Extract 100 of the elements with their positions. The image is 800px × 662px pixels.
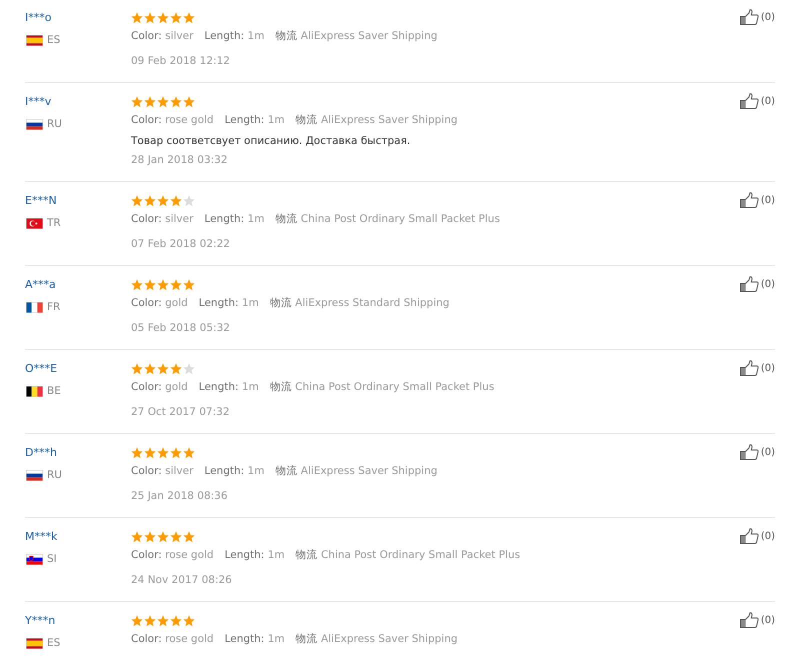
product-attribute: Length: 1m <box>224 548 285 563</box>
star-icon <box>183 12 195 24</box>
thumbs-up-icon <box>740 612 759 628</box>
reviewer-name[interactable]: I***v <box>25 95 52 109</box>
star-icon <box>131 362 143 374</box>
thumbs-up-icon <box>740 276 759 292</box>
thumbs-up-icon <box>740 93 759 109</box>
product-attribute: 物流 AliExpress Standard Shipping <box>270 296 450 311</box>
country-code: RU <box>47 117 62 131</box>
reviewer-name[interactable]: I***o <box>25 11 52 25</box>
product-attribute: Color: rose gold <box>131 548 214 563</box>
product-attribute: Length: 1m <box>198 380 259 395</box>
star-icon <box>170 194 182 206</box>
star-icon <box>170 278 182 290</box>
reviewer-name[interactable]: A***a <box>25 278 56 292</box>
product-attribute: Length: 1m <box>204 29 264 44</box>
helpful-button[interactable]: (0) <box>740 93 775 109</box>
star-icon <box>183 446 195 458</box>
review-date: 27 Oct 2017 07:32 <box>131 405 230 420</box>
product-attribute: Color: silver <box>131 29 194 44</box>
star-icon <box>170 530 182 542</box>
star-icon <box>144 362 156 374</box>
thumbs-up-icon <box>740 528 759 544</box>
product-attribute: Color: silver <box>131 212 194 227</box>
product-attribute: 物流 AliExpress Saver Shipping <box>275 464 438 479</box>
review-text: Товар соответсвует описанию. Доставка быстрая. <box>131 134 410 149</box>
country-code: ES <box>47 33 60 47</box>
star-icon <box>144 96 156 108</box>
star-icon <box>157 278 169 290</box>
country-code: FR <box>47 300 60 314</box>
helpful-button[interactable]: (0) <box>740 192 775 208</box>
product-attribute: Length: 1m <box>224 113 285 128</box>
product-attribute: Color: gold <box>131 296 188 311</box>
star-icon <box>144 446 156 458</box>
product-attribute: Length: 1m <box>224 632 285 647</box>
product-attribute: Length: 1m <box>204 212 264 227</box>
star-icon <box>170 96 182 108</box>
star-icon <box>157 194 169 206</box>
thumbs-up-icon <box>740 360 759 376</box>
helpful-button[interactable]: (0) <box>740 612 775 628</box>
star-icon <box>157 614 169 626</box>
review-date: 09 Feb 2018 12:12 <box>131 54 230 69</box>
product-attribute: Color: rose gold <box>131 632 214 647</box>
star-icon <box>131 12 143 24</box>
star-icon <box>157 446 169 458</box>
country-code: RU <box>47 468 62 482</box>
country-code: ES <box>47 636 60 650</box>
star-icon <box>131 614 143 626</box>
star-icon <box>183 530 195 542</box>
star-icon <box>183 96 195 108</box>
star-icon <box>144 12 156 24</box>
thumbs-up-icon <box>740 192 759 208</box>
star-icon <box>131 194 143 206</box>
star-icon <box>170 446 182 458</box>
product-attribute: Length: 1m <box>204 464 264 479</box>
star-icon <box>144 530 156 542</box>
product-attribute: 物流 AliExpress Saver Shipping <box>296 632 458 647</box>
product-attribute: Length: 1m <box>198 296 259 311</box>
product-attribute: 物流 AliExpress Saver Shipping <box>275 29 438 44</box>
star-icon <box>157 96 169 108</box>
country-code: SI <box>47 552 57 566</box>
star-icon <box>157 362 169 374</box>
reviewer-name[interactable]: M***k <box>25 530 58 544</box>
star-icon <box>170 362 182 374</box>
review-date: 24 Nov 2017 08:26 <box>131 573 232 588</box>
star-icon <box>157 530 169 542</box>
star-icon <box>183 614 195 626</box>
review-date: 25 Jan 2018 08:36 <box>131 489 228 504</box>
review-date: 05 Feb 2018 05:32 <box>131 321 230 336</box>
helpful-button[interactable]: (0) <box>740 360 775 376</box>
country-code: TR <box>47 216 61 230</box>
helpful-button[interactable]: (0) <box>740 444 775 460</box>
review-date: 07 Feb 2018 02:22 <box>131 237 230 252</box>
star-icon <box>183 278 195 290</box>
product-attribute: 物流 AliExpress Saver Shipping <box>296 113 458 128</box>
country-code: BE <box>47 384 61 398</box>
thumbs-up-icon <box>740 9 759 25</box>
product-attribute: 物流 China Post Ordinary Small Packet Plus <box>275 212 500 227</box>
star-icon <box>131 278 143 290</box>
reviewer-name[interactable]: O***E <box>25 362 58 376</box>
thumbs-up-icon <box>740 444 759 460</box>
star-icon <box>144 194 156 206</box>
product-attribute: Color: silver <box>131 464 194 479</box>
star-icon <box>131 530 143 542</box>
reviewer-name[interactable]: D***h <box>25 446 57 460</box>
star-icon <box>170 12 182 24</box>
product-attribute: Color: rose gold <box>131 113 214 128</box>
star-icon <box>170 614 182 626</box>
helpful-button[interactable]: (0) <box>740 9 775 25</box>
review-date: 28 Jan 2018 03:32 <box>131 153 228 168</box>
reviewer-name[interactable]: E***N <box>25 194 57 208</box>
star-icon <box>144 278 156 290</box>
star-icon <box>144 614 156 626</box>
helpful-button[interactable]: (0) <box>740 528 775 544</box>
reviewer-name[interactable]: Y***n <box>25 614 56 628</box>
star-icon <box>131 96 143 108</box>
helpful-button[interactable]: (0) <box>740 276 775 292</box>
star-icon <box>183 194 195 206</box>
product-attribute: 物流 China Post Ordinary Small Packet Plus <box>270 380 494 395</box>
product-attribute: Color: gold <box>131 380 188 395</box>
